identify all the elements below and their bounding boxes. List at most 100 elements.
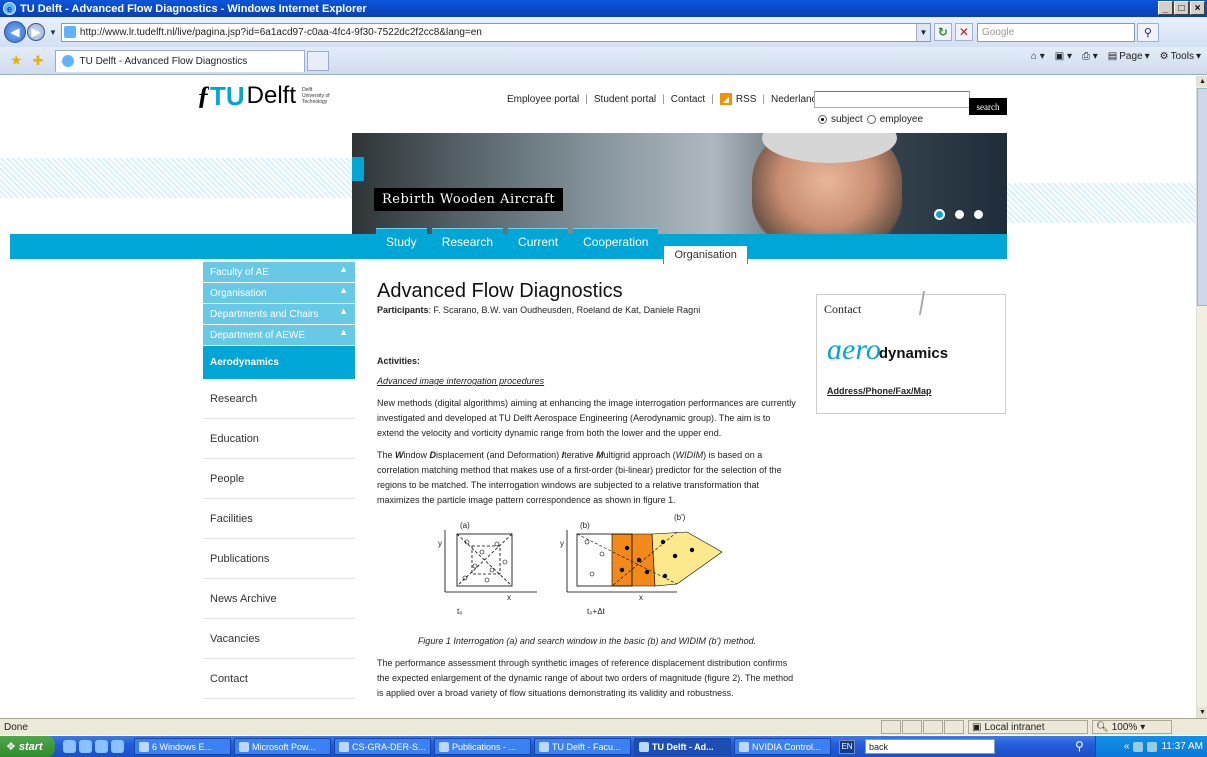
quicklaunch-ie-icon[interactable] (63, 740, 76, 753)
maximize-button[interactable]: □ (1174, 1, 1189, 15)
start-button[interactable]: ❖ start (0, 736, 55, 757)
sidebar-item-departments[interactable]: Departments and Chairs ▲ (203, 304, 355, 325)
search-icon[interactable]: ⚲ (1075, 739, 1084, 753)
tab-cooperation[interactable]: Cooperation (573, 228, 659, 255)
close-button[interactable]: × (1190, 1, 1205, 15)
tray-icon[interactable] (1147, 741, 1158, 752)
tab-study[interactable]: Study (376, 228, 427, 255)
sidebar-item-aerodynamics[interactable]: Aerodynamics (203, 346, 355, 379)
carousel-dot-2[interactable] (955, 210, 964, 219)
taskbar-item[interactable]: Microsoft Pow... (234, 738, 331, 755)
main-content: Advanced Flow Diagnostics Participants: … (377, 278, 797, 701)
link-contact[interactable]: Contact (671, 94, 705, 105)
minimize-button[interactable]: _ (1158, 1, 1173, 15)
taskbar-item[interactable]: Publications - ... (434, 738, 531, 755)
radio-subject[interactable] (818, 115, 827, 124)
radio-employee[interactable] (866, 115, 876, 124)
scroll-thumb[interactable] (1197, 88, 1207, 306)
address-link[interactable]: Address/Phone/Fax/Map (827, 386, 932, 396)
language-indicator[interactable]: EN (839, 739, 855, 754)
tray-expand-icon[interactable]: « (1124, 741, 1130, 752)
section-link[interactable]: Advanced image interrogation procedures (377, 374, 797, 389)
windows-flag-icon: ❖ (6, 741, 16, 753)
p2-emph: M (596, 450, 604, 460)
sidebar-item-facilities[interactable]: Facilities (203, 499, 355, 539)
sidebar-item-people[interactable]: People (203, 459, 355, 499)
sidebar-item-publications[interactable]: Publications (203, 539, 355, 579)
link-student-portal[interactable]: Student portal (594, 94, 656, 105)
quicklaunch-media-icon[interactable] (95, 740, 108, 753)
contact-box: Contact ɑero dynamics Address/Phone/Fax/… (816, 291, 1006, 414)
p2-emph: W (395, 450, 404, 460)
scroll-down-icon[interactable]: ▼ (1197, 707, 1207, 718)
site-search-button[interactable]: search (969, 98, 1007, 115)
feeds-icon[interactable]: ▣ ▾ (1055, 51, 1072, 62)
arrow-up-icon: ▲ (339, 327, 348, 337)
sidebar-item-organisation[interactable]: Organisation ▲ (203, 283, 355, 304)
desktop-search-input[interactable]: back (865, 739, 995, 754)
carousel-dot-3[interactable] (974, 210, 983, 219)
sidebar-item-education[interactable]: Education (203, 419, 355, 459)
taskbar-item[interactable]: 6 Windows E... (134, 738, 231, 755)
search-input[interactable]: Google (976, 22, 1135, 42)
participants: Participants: F. Scarano, B.W. van Oudhe… (377, 303, 797, 318)
tab-research[interactable]: Research (431, 228, 504, 255)
fig-label-a: (a) (460, 521, 470, 530)
refresh-button[interactable]: ↻ (933, 23, 952, 41)
page-menu[interactable]: ▤ Page ▾ (1108, 51, 1150, 62)
sidebar-item-aewe[interactable]: Department of AEWE ▲ (203, 325, 355, 346)
rss-icon[interactable]: ◢ (719, 93, 732, 105)
link-rss[interactable]: RSS (736, 94, 757, 105)
sidebar-item-contact[interactable]: Contact (203, 659, 355, 699)
favorites-star-icon[interactable]: ★ (10, 52, 23, 69)
taskbar-item[interactable]: CS-GRA-DER-S... (334, 738, 431, 755)
print-icon[interactable]: ⎙ ▾ (1082, 51, 1098, 62)
system-tray: « 11:37 AM (1095, 736, 1207, 757)
security-zone[interactable]: ▣ Local intranet (968, 720, 1088, 734)
sidebar-item-faculty[interactable]: Faculty of AE ▲ (203, 262, 355, 283)
logo-tu: TU (210, 81, 245, 111)
carousel-dot-1[interactable] (934, 209, 945, 220)
sidebar-nav: Faculty of AE ▲ Organisation ▲ Departmen… (203, 262, 355, 699)
arrow-up-icon: ▲ (339, 285, 348, 295)
quicklaunch-folder-icon[interactable] (111, 740, 124, 753)
sidebar-item-research[interactable]: Research (203, 379, 355, 419)
tab-current[interactable]: Current (508, 228, 569, 255)
tudelft-logo[interactable]: ƒ TU Delft Delft University of Technolog… (197, 81, 332, 111)
p2-emph: WIDIM (675, 450, 704, 460)
p2-text: isplacement (and Deformation) (436, 450, 562, 460)
quicklaunch-desktop-icon[interactable] (79, 740, 92, 753)
tab-organisation[interactable]: Organisation (663, 245, 748, 264)
sidebar-item-vacancies[interactable]: Vacancies (203, 619, 355, 659)
stop-button[interactable]: ✕ (954, 23, 973, 41)
vertical-scrollbar[interactable]: ▲ ▼ (1196, 76, 1207, 718)
tools-menu[interactable]: ⚙ Tools ▾ (1160, 51, 1201, 62)
link-employee-portal[interactable]: Employee portal (507, 94, 579, 105)
taskbar-item-active[interactable]: TU Delft - Ad... (634, 738, 731, 755)
ie-icon (639, 741, 649, 752)
site-search-input[interactable] (814, 91, 970, 108)
divider: | (762, 93, 765, 105)
history-dropdown-icon[interactable]: ▼ (49, 28, 57, 37)
add-favorites-icon[interactable]: ✚ (33, 53, 44, 69)
tray-icon[interactable] (1133, 741, 1144, 752)
scroll-up-icon[interactable]: ▲ (1197, 76, 1207, 87)
fig-axis-x-right: x (639, 593, 643, 602)
taskbar-item[interactable]: TU Delft - Facu... (534, 738, 631, 755)
participants-names: : F. Scarano, B.W. van Oudheusden, Roela… (428, 305, 701, 315)
address-bar[interactable]: http://www.lr.tudelft.nl/live/pagina.jsp… (60, 22, 931, 42)
taskbar-item[interactable]: NVIDIA Control... (734, 738, 831, 755)
new-tab-button[interactable] (307, 50, 330, 71)
sidebar-item-news-archive[interactable]: News Archive (203, 579, 355, 619)
forward-button[interactable]: ▶ (27, 23, 45, 41)
banner-caption[interactable]: Rebirth Wooden Aircraft (374, 188, 564, 211)
header-banner-image[interactable]: Rebirth Wooden Aircraft (352, 133, 1007, 234)
fig-axis-y-left: y (438, 539, 442, 548)
zoom-control[interactable]: 🔍︎ 100% ▾ (1092, 720, 1172, 734)
search-icon[interactable]: ⚲ (1136, 22, 1159, 42)
back-button[interactable]: ◀ (4, 21, 26, 43)
home-icon[interactable]: ⌂ ▾ (1031, 51, 1045, 62)
address-url[interactable]: http://www.lr.tudelft.nl/live/pagina.jsp… (80, 27, 916, 38)
tab-active[interactable]: TU Delft - Advanced Flow Diagnostics (55, 49, 306, 72)
address-dropdown-icon[interactable]: ▼ (915, 23, 930, 41)
